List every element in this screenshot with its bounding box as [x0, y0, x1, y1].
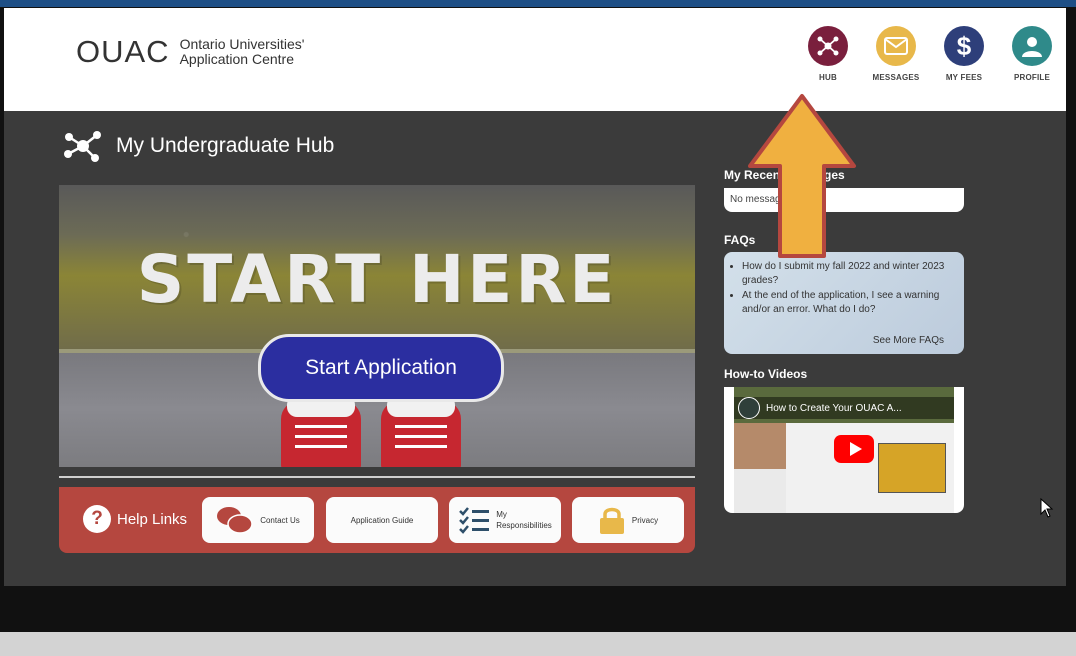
top-bar — [0, 0, 1076, 7]
help-links-label-group: ? Help Links — [83, 505, 187, 533]
page-title: My Undergraduate Hub — [116, 134, 335, 157]
mouse-cursor-icon — [1040, 498, 1054, 518]
privacy-label: Privacy — [631, 515, 659, 525]
ouac-logo[interactable]: OUAC Ontario Universities' Application C… — [76, 32, 304, 72]
video-embed[interactable]: How to Create Your OUAC A... — [724, 387, 964, 513]
my-responsibilities-label: My Responsibilities — [496, 510, 552, 530]
envelope-icon — [876, 26, 916, 66]
profile-icon — [1012, 26, 1052, 66]
hero-banner: START HERE Start Application — [59, 185, 695, 467]
desk-background — [0, 632, 1076, 656]
hub-icon — [808, 26, 848, 66]
nav-hub-label: HUB — [819, 73, 837, 82]
application-guide-button[interactable]: Application Guide — [326, 497, 438, 543]
help-links-bar: ? Help Links Contact Us Application Guid… — [59, 487, 695, 553]
my-responsibilities-button[interactable]: My Responsibilities — [449, 497, 561, 543]
up-arrow-annotation — [748, 94, 856, 258]
privacy-button[interactable]: Privacy — [572, 497, 684, 543]
nav-my-fees[interactable]: $ MY FEES — [930, 26, 998, 82]
faqs-box: How do I submit my fall 2022 and winter … — [724, 252, 964, 354]
faq-item[interactable]: How do I submit my fall 2022 and winter … — [742, 260, 954, 288]
video-thumbnail — [734, 423, 954, 513]
chat-bubbles-icon — [216, 505, 254, 535]
video-title: How to Create Your OUAC A... — [766, 402, 902, 414]
help-links-label: Help Links — [117, 510, 188, 528]
divider — [59, 476, 695, 478]
faq-item[interactable]: At the end of the application, I see a w… — [742, 289, 954, 317]
how-to-videos-title: How-to Videos — [724, 367, 808, 381]
logo-text: Ontario Universities' Application Centre — [180, 37, 305, 67]
nav-hub[interactable]: HUB — [794, 26, 862, 82]
page-title-row: My Undergraduate Hub — [62, 128, 334, 164]
lock-icon — [598, 505, 626, 535]
right-shoe-image — [381, 395, 461, 467]
logo-line-2: Application Centre — [179, 51, 294, 67]
nav-fees-label: MY FEES — [945, 73, 983, 82]
start-application-button[interactable]: Start Application — [258, 334, 504, 402]
nav-profile[interactable]: PROFILE — [998, 26, 1066, 82]
app-window: OUAC Ontario Universities' Application C… — [4, 8, 1066, 586]
channel-avatar — [738, 397, 760, 419]
contact-us-label: Contact Us — [260, 515, 300, 525]
logo-line-1: Ontario Universities' — [179, 36, 305, 52]
start-here-text: START HERE — [136, 241, 618, 318]
see-more-faqs-link[interactable]: See More FAQs — [873, 334, 944, 348]
contact-us-button[interactable]: Contact Us — [202, 497, 314, 543]
nav-messages-label: MESSAGES — [872, 73, 920, 82]
hub-network-icon — [64, 131, 101, 162]
play-button-icon[interactable] — [834, 435, 874, 463]
header: OUAC Ontario Universities' Application C… — [4, 8, 1066, 111]
help-question-icon: ? — [83, 505, 111, 533]
video-note-box — [878, 443, 946, 493]
nav-messages[interactable]: MESSAGES — [862, 26, 930, 82]
left-shoe-image — [281, 395, 361, 467]
top-nav: HUB MESSAGES $ MY FEES PROFILE — [794, 26, 1066, 82]
application-guide-label: Application Guide — [350, 515, 414, 525]
nav-profile-label: PROFILE — [1013, 73, 1051, 82]
video-title-bar: How to Create Your OUAC A... — [734, 397, 954, 419]
dollar-icon: $ — [944, 26, 984, 66]
video-sidebar-image — [734, 423, 786, 513]
logo-mark: OUAC — [76, 34, 170, 69]
checklist-icon — [458, 506, 490, 534]
